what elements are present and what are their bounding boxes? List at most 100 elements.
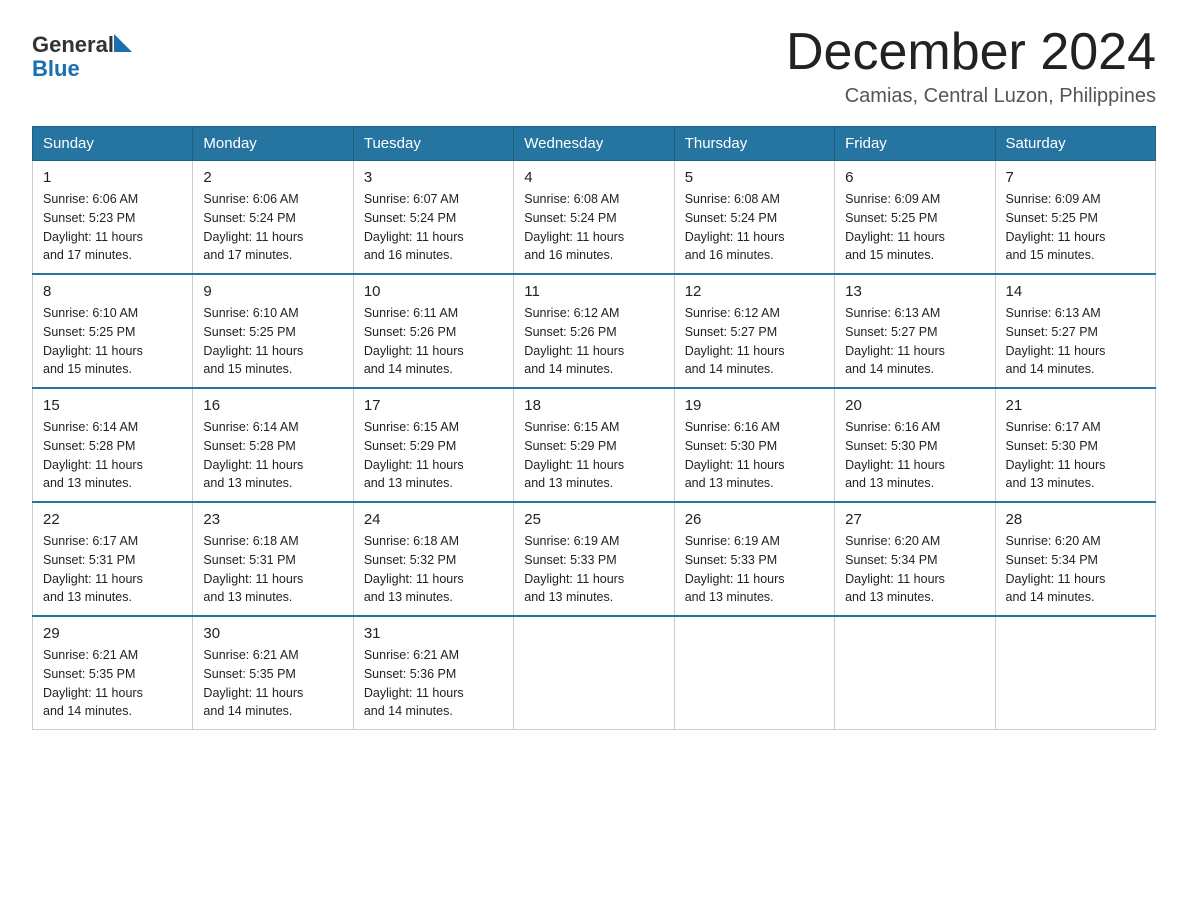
calendar-cell: 24 Sunrise: 6:18 AM Sunset: 5:32 PM Dayl…	[353, 502, 513, 616]
main-title: December 2024	[786, 24, 1156, 81]
title-block: December 2024 Camias, Central Luzon, Phi…	[786, 24, 1156, 108]
calendar-week-row: 29 Sunrise: 6:21 AM Sunset: 5:35 PM Dayl…	[33, 616, 1156, 730]
day-number: 18	[524, 397, 663, 414]
day-info: Sunrise: 6:17 AM Sunset: 5:30 PM Dayligh…	[1006, 418, 1145, 493]
calendar-cell: 28 Sunrise: 6:20 AM Sunset: 5:34 PM Dayl…	[995, 502, 1155, 616]
calendar-cell: 18 Sunrise: 6:15 AM Sunset: 5:29 PM Dayl…	[514, 388, 674, 502]
calendar-cell: 12 Sunrise: 6:12 AM Sunset: 5:27 PM Dayl…	[674, 274, 834, 388]
calendar-cell: 8 Sunrise: 6:10 AM Sunset: 5:25 PM Dayli…	[33, 274, 193, 388]
calendar-week-row: 22 Sunrise: 6:17 AM Sunset: 5:31 PM Dayl…	[33, 502, 1156, 616]
calendar-week-row: 15 Sunrise: 6:14 AM Sunset: 5:28 PM Dayl…	[33, 388, 1156, 502]
day-info: Sunrise: 6:20 AM Sunset: 5:34 PM Dayligh…	[845, 532, 984, 607]
logo-svg: General Blue	[32, 24, 152, 79]
day-info: Sunrise: 6:18 AM Sunset: 5:32 PM Dayligh…	[364, 532, 503, 607]
day-info: Sunrise: 6:10 AM Sunset: 5:25 PM Dayligh…	[203, 304, 342, 379]
day-number: 9	[203, 283, 342, 300]
calendar-cell: 10 Sunrise: 6:11 AM Sunset: 5:26 PM Dayl…	[353, 274, 513, 388]
day-info: Sunrise: 6:21 AM Sunset: 5:36 PM Dayligh…	[364, 646, 503, 721]
day-number: 24	[364, 511, 503, 528]
calendar-cell	[835, 616, 995, 730]
calendar-cell: 1 Sunrise: 6:06 AM Sunset: 5:23 PM Dayli…	[33, 161, 193, 275]
calendar-cell: 25 Sunrise: 6:19 AM Sunset: 5:33 PM Dayl…	[514, 502, 674, 616]
calendar-cell: 19 Sunrise: 6:16 AM Sunset: 5:30 PM Dayl…	[674, 388, 834, 502]
day-number: 6	[845, 169, 984, 186]
day-number: 8	[43, 283, 182, 300]
day-info: Sunrise: 6:16 AM Sunset: 5:30 PM Dayligh…	[685, 418, 824, 493]
day-info: Sunrise: 6:13 AM Sunset: 5:27 PM Dayligh…	[1006, 304, 1145, 379]
calendar-cell: 11 Sunrise: 6:12 AM Sunset: 5:26 PM Dayl…	[514, 274, 674, 388]
calendar-cell: 29 Sunrise: 6:21 AM Sunset: 5:35 PM Dayl…	[33, 616, 193, 730]
calendar-cell: 3 Sunrise: 6:07 AM Sunset: 5:24 PM Dayli…	[353, 161, 513, 275]
page-header: General Blue December 2024 Camias, Centr…	[32, 24, 1156, 108]
day-number: 10	[364, 283, 503, 300]
day-number: 20	[845, 397, 984, 414]
calendar-cell: 30 Sunrise: 6:21 AM Sunset: 5:35 PM Dayl…	[193, 616, 353, 730]
day-info: Sunrise: 6:06 AM Sunset: 5:23 PM Dayligh…	[43, 190, 182, 265]
day-number: 17	[364, 397, 503, 414]
calendar-cell	[514, 616, 674, 730]
calendar-cell: 22 Sunrise: 6:17 AM Sunset: 5:31 PM Dayl…	[33, 502, 193, 616]
calendar-week-row: 1 Sunrise: 6:06 AM Sunset: 5:23 PM Dayli…	[33, 161, 1156, 275]
day-number: 30	[203, 625, 342, 642]
day-number: 16	[203, 397, 342, 414]
calendar-cell	[674, 616, 834, 730]
calendar-cell: 14 Sunrise: 6:13 AM Sunset: 5:27 PM Dayl…	[995, 274, 1155, 388]
day-info: Sunrise: 6:12 AM Sunset: 5:27 PM Dayligh…	[685, 304, 824, 379]
day-number: 5	[685, 169, 824, 186]
calendar-cell: 21 Sunrise: 6:17 AM Sunset: 5:30 PM Dayl…	[995, 388, 1155, 502]
calendar-header-thursday: Thursday	[674, 127, 834, 161]
day-info: Sunrise: 6:20 AM Sunset: 5:34 PM Dayligh…	[1006, 532, 1145, 607]
day-info: Sunrise: 6:14 AM Sunset: 5:28 PM Dayligh…	[203, 418, 342, 493]
calendar-header-monday: Monday	[193, 127, 353, 161]
calendar-header-saturday: Saturday	[995, 127, 1155, 161]
day-info: Sunrise: 6:12 AM Sunset: 5:26 PM Dayligh…	[524, 304, 663, 379]
calendar-cell: 15 Sunrise: 6:14 AM Sunset: 5:28 PM Dayl…	[33, 388, 193, 502]
calendar-cell: 5 Sunrise: 6:08 AM Sunset: 5:24 PM Dayli…	[674, 161, 834, 275]
day-number: 19	[685, 397, 824, 414]
logo: General Blue	[32, 24, 152, 79]
day-info: Sunrise: 6:19 AM Sunset: 5:33 PM Dayligh…	[685, 532, 824, 607]
calendar-cell: 2 Sunrise: 6:06 AM Sunset: 5:24 PM Dayli…	[193, 161, 353, 275]
svg-text:Blue: Blue	[32, 56, 80, 79]
day-info: Sunrise: 6:08 AM Sunset: 5:24 PM Dayligh…	[685, 190, 824, 265]
calendar-cell: 17 Sunrise: 6:15 AM Sunset: 5:29 PM Dayl…	[353, 388, 513, 502]
calendar-cell: 7 Sunrise: 6:09 AM Sunset: 5:25 PM Dayli…	[995, 161, 1155, 275]
calendar-cell: 27 Sunrise: 6:20 AM Sunset: 5:34 PM Dayl…	[835, 502, 995, 616]
day-number: 22	[43, 511, 182, 528]
calendar-cell: 4 Sunrise: 6:08 AM Sunset: 5:24 PM Dayli…	[514, 161, 674, 275]
day-info: Sunrise: 6:17 AM Sunset: 5:31 PM Dayligh…	[43, 532, 182, 607]
day-info: Sunrise: 6:21 AM Sunset: 5:35 PM Dayligh…	[203, 646, 342, 721]
day-number: 26	[685, 511, 824, 528]
day-info: Sunrise: 6:15 AM Sunset: 5:29 PM Dayligh…	[364, 418, 503, 493]
day-info: Sunrise: 6:10 AM Sunset: 5:25 PM Dayligh…	[43, 304, 182, 379]
calendar-header-tuesday: Tuesday	[353, 127, 513, 161]
calendar-cell: 9 Sunrise: 6:10 AM Sunset: 5:25 PM Dayli…	[193, 274, 353, 388]
calendar-cell: 23 Sunrise: 6:18 AM Sunset: 5:31 PM Dayl…	[193, 502, 353, 616]
calendar-cell: 20 Sunrise: 6:16 AM Sunset: 5:30 PM Dayl…	[835, 388, 995, 502]
day-info: Sunrise: 6:11 AM Sunset: 5:26 PM Dayligh…	[364, 304, 503, 379]
calendar-cell: 6 Sunrise: 6:09 AM Sunset: 5:25 PM Dayli…	[835, 161, 995, 275]
day-info: Sunrise: 6:14 AM Sunset: 5:28 PM Dayligh…	[43, 418, 182, 493]
calendar-table: SundayMondayTuesdayWednesdayThursdayFrid…	[32, 126, 1156, 730]
day-number: 1	[43, 169, 182, 186]
day-number: 15	[43, 397, 182, 414]
day-info: Sunrise: 6:08 AM Sunset: 5:24 PM Dayligh…	[524, 190, 663, 265]
calendar-header-wednesday: Wednesday	[514, 127, 674, 161]
svg-text:General: General	[32, 32, 114, 57]
day-info: Sunrise: 6:19 AM Sunset: 5:33 PM Dayligh…	[524, 532, 663, 607]
subtitle: Camias, Central Luzon, Philippines	[786, 85, 1156, 108]
day-number: 3	[364, 169, 503, 186]
calendar-header-friday: Friday	[835, 127, 995, 161]
day-info: Sunrise: 6:16 AM Sunset: 5:30 PM Dayligh…	[845, 418, 984, 493]
day-number: 29	[43, 625, 182, 642]
day-number: 21	[1006, 397, 1145, 414]
logo-text: General Blue	[32, 24, 152, 79]
day-number: 23	[203, 511, 342, 528]
day-info: Sunrise: 6:06 AM Sunset: 5:24 PM Dayligh…	[203, 190, 342, 265]
day-number: 27	[845, 511, 984, 528]
day-number: 31	[364, 625, 503, 642]
calendar-cell: 26 Sunrise: 6:19 AM Sunset: 5:33 PM Dayl…	[674, 502, 834, 616]
calendar-cell: 13 Sunrise: 6:13 AM Sunset: 5:27 PM Dayl…	[835, 274, 995, 388]
calendar-cell: 31 Sunrise: 6:21 AM Sunset: 5:36 PM Dayl…	[353, 616, 513, 730]
day-info: Sunrise: 6:09 AM Sunset: 5:25 PM Dayligh…	[1006, 190, 1145, 265]
